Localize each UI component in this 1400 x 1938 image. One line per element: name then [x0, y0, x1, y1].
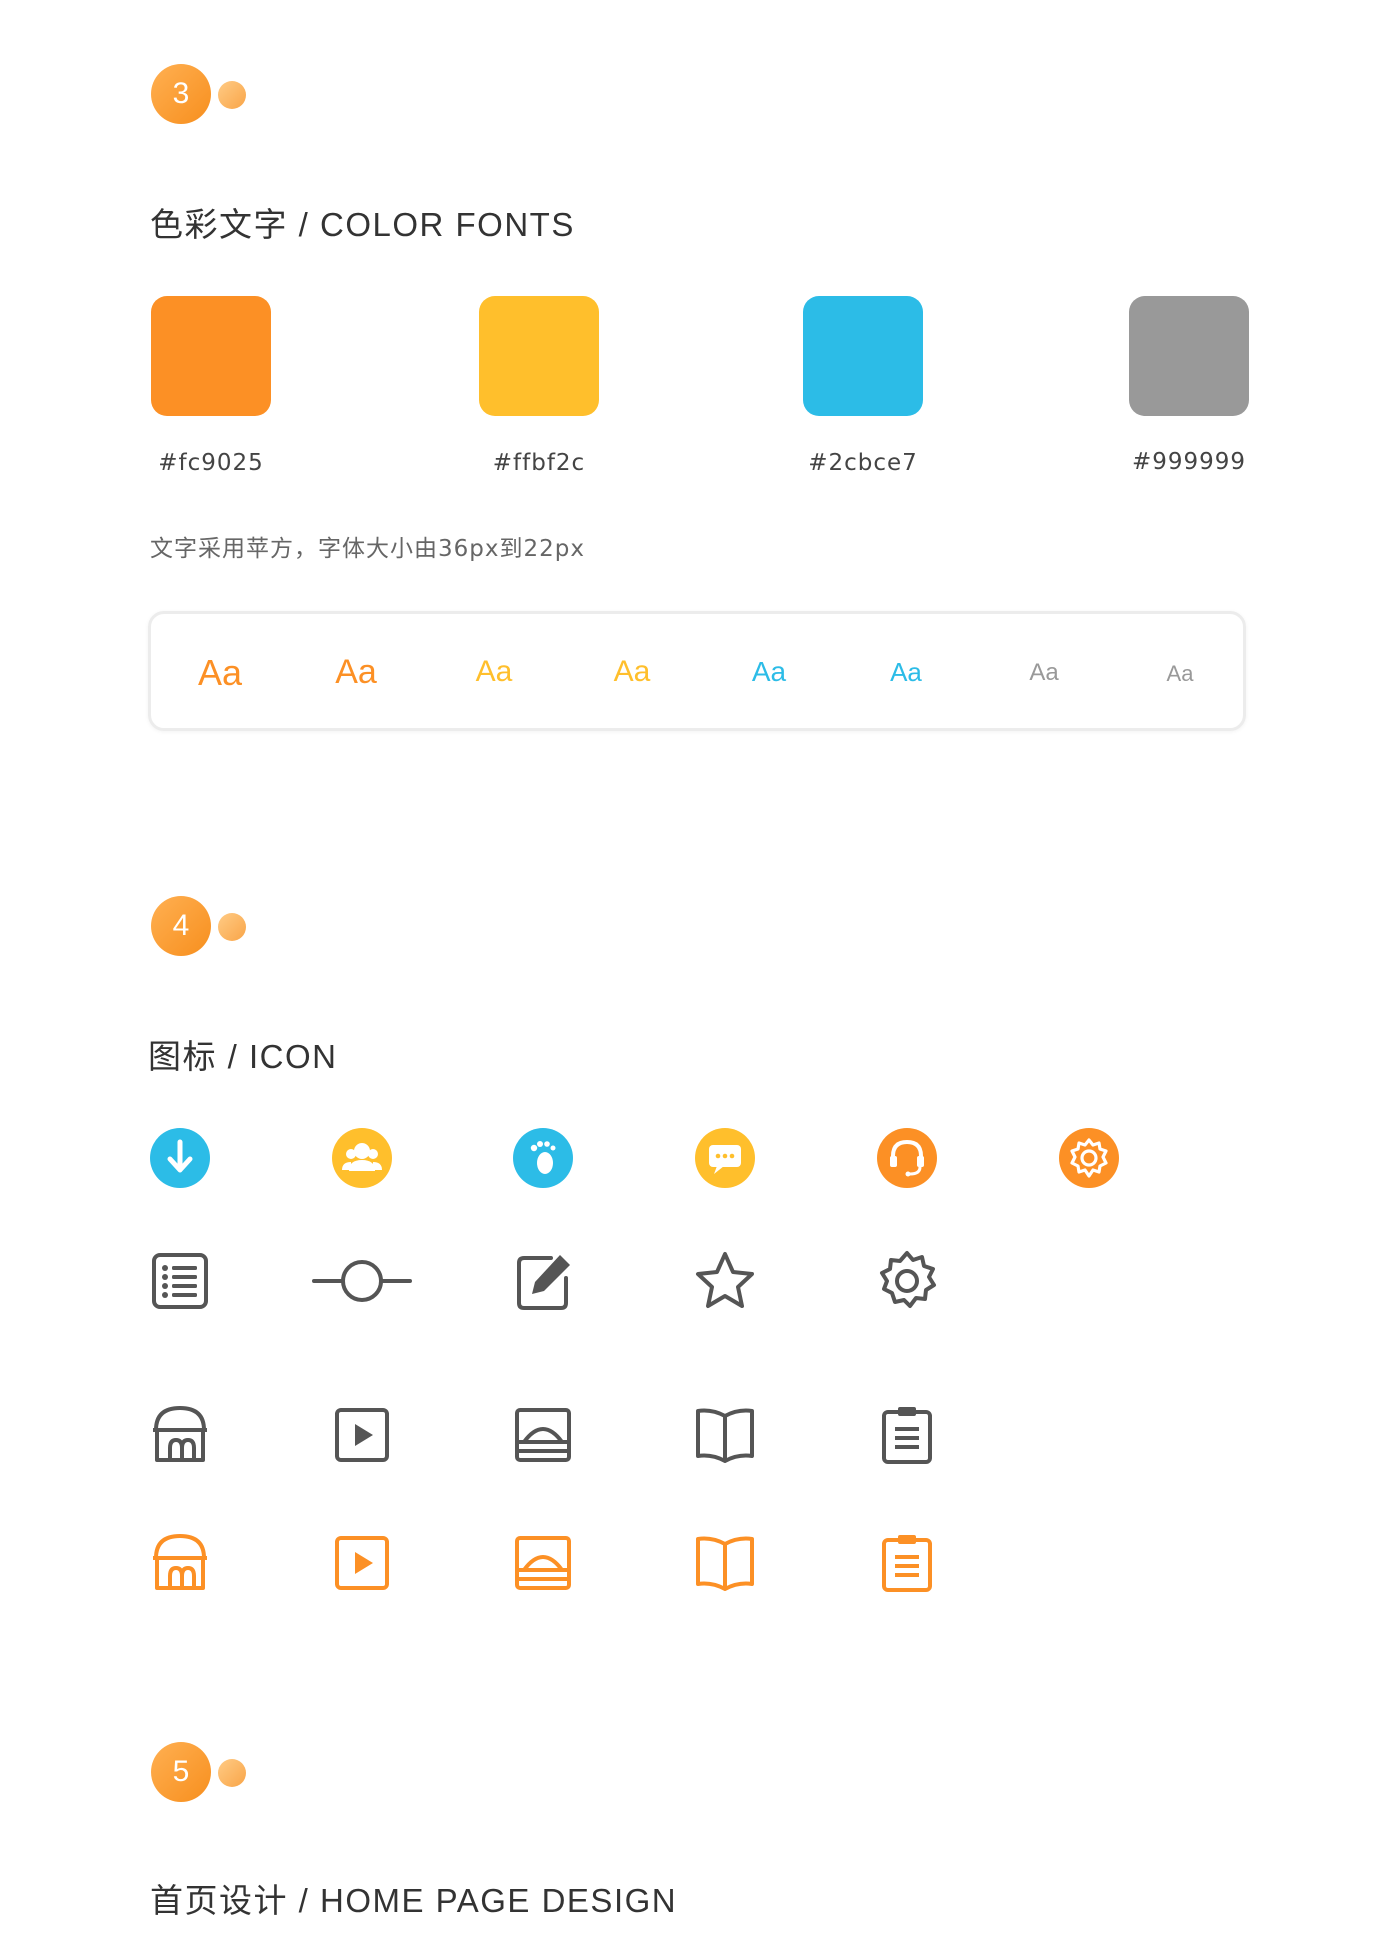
slider-icon[interactable]: [310, 1246, 414, 1316]
edit-icon[interactable]: [508, 1246, 578, 1316]
color-swatch-gray: [1129, 296, 1249, 416]
font-sample: Aa: [751, 656, 787, 687]
book-icon[interactable]: [690, 1528, 760, 1598]
landscape-icon[interactable]: [508, 1400, 578, 1470]
section-number-badge: 4: [151, 896, 211, 956]
font-sample: Aa: [475, 655, 513, 688]
section-number-badge: 3: [151, 64, 211, 124]
star-icon[interactable]: [690, 1246, 760, 1316]
swatch-label: #2cbce7: [808, 450, 918, 476]
clipboard-icon[interactable]: [872, 1400, 942, 1470]
shop-icon[interactable]: [145, 1400, 215, 1470]
font-sample: Aa: [1029, 659, 1059, 686]
gear-icon[interactable]: [872, 1246, 942, 1316]
section-dot: [218, 81, 246, 109]
font-sample: Aa: [890, 657, 922, 687]
settings-icon[interactable]: [1054, 1123, 1124, 1193]
color-swatch-yellow: [479, 296, 599, 416]
video-icon[interactable]: [327, 1400, 397, 1470]
section-number-badge: 5: [151, 1742, 211, 1802]
book-icon[interactable]: [690, 1400, 760, 1470]
font-sample: Aa: [1166, 661, 1194, 686]
color-swatch-blue: [803, 296, 923, 416]
font-sample: Aa: [613, 655, 651, 688]
font-description: 文字采用苹方，字体大小由36px到22px: [150, 536, 585, 562]
section-title: 色彩文字 / COLOR FONTS: [150, 206, 575, 243]
section-dot: [218, 913, 246, 941]
section-title: 首页设计 / HOME PAGE DESIGN: [150, 1882, 678, 1919]
list-icon[interactable]: [145, 1246, 215, 1316]
color-swatch-orange: [151, 296, 271, 416]
section-dot: [218, 1759, 246, 1787]
font-sample: Aa: [197, 652, 243, 693]
clipboard-icon[interactable]: [872, 1528, 942, 1598]
swatch-label: #ffbf2c: [492, 450, 586, 476]
font-sample: Aa: [335, 653, 377, 691]
swatch-label: #999999: [1131, 449, 1247, 475]
user-group-icon[interactable]: [327, 1123, 397, 1193]
headset-icon[interactable]: [872, 1123, 942, 1193]
shop-icon[interactable]: [145, 1528, 215, 1598]
section-title: 图标 / ICON: [148, 1038, 338, 1075]
download-icon[interactable]: [145, 1123, 215, 1193]
footprint-icon[interactable]: [508, 1123, 578, 1193]
video-icon[interactable]: [327, 1528, 397, 1598]
swatch-label: #fc9025: [158, 450, 264, 476]
chat-bubble-icon[interactable]: [690, 1123, 760, 1193]
landscape-icon[interactable]: [508, 1528, 578, 1598]
